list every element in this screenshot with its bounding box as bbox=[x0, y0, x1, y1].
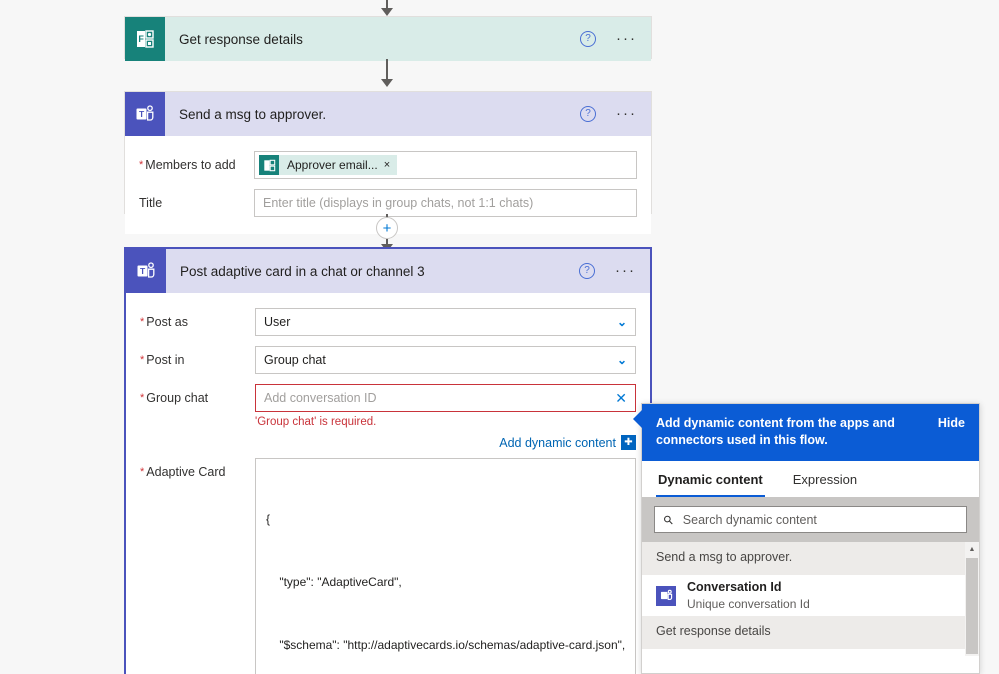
post-in-value: Group chat bbox=[264, 353, 326, 367]
more-options-icon[interactable]: ··· bbox=[615, 263, 636, 278]
chevron-down-icon[interactable]: ⌄ bbox=[617, 353, 627, 367]
tab-dynamic-content[interactable]: Dynamic content bbox=[656, 461, 765, 497]
plus-icon: + bbox=[382, 219, 392, 237]
help-icon[interactable]: ? bbox=[580, 106, 596, 122]
post-in-dropdown[interactable]: Group chat ⌄ bbox=[255, 346, 636, 374]
field-label: * Group chat bbox=[140, 391, 209, 405]
card-header[interactable]: T Post adaptive card in a chat or channe… bbox=[126, 249, 650, 293]
dynamic-content-group-header: Get response details bbox=[642, 616, 979, 649]
required-asterisk: * bbox=[140, 392, 145, 404]
help-icon[interactable]: ? bbox=[580, 31, 596, 47]
hide-panel-button[interactable]: Hide bbox=[926, 415, 965, 430]
dynamic-content-item-conversation-id[interactable]: Conversation Id Unique conversation Id bbox=[642, 575, 979, 616]
item-description: Unique conversation Id bbox=[687, 597, 810, 611]
search-dynamic-content-input[interactable]: ⚲ Search dynamic content bbox=[654, 506, 967, 533]
dynamic-content-list[interactable]: Send a msg to approver. Conversation Id … bbox=[642, 542, 979, 656]
card-body: *Post as User ⌄ *Post in Group chat ⌄ bbox=[126, 293, 650, 674]
field-control: Approver email... × bbox=[254, 151, 637, 179]
dynamic-content-header-text: Add dynamic content from the apps and co… bbox=[656, 416, 895, 447]
dynamic-token-approver-email[interactable]: Approver email... × bbox=[259, 155, 398, 175]
card-title: Get response details bbox=[179, 31, 303, 47]
field-row-members-to-add: * Members to add Approver email... × bbox=[125, 146, 651, 184]
title-input[interactable]: Enter title (displays in group chats, no… bbox=[254, 189, 637, 217]
clear-icon[interactable]: ✕ bbox=[615, 390, 627, 407]
field-row-post-as: * Post as User ⌄ bbox=[126, 303, 650, 341]
field-control: Enter title (displays in group chats, no… bbox=[254, 189, 637, 217]
callout-pointer bbox=[633, 410, 642, 428]
dynamic-content-panel[interactable]: Add dynamic content from the apps and co… bbox=[633, 403, 980, 674]
svg-text:T: T bbox=[140, 266, 146, 276]
field-label: * Post as bbox=[140, 315, 188, 329]
post-as-dropdown[interactable]: User ⌄ bbox=[255, 308, 636, 336]
title-placeholder: Enter title (displays in group chats, no… bbox=[263, 196, 534, 210]
dynamic-content-tabs: Dynamic content Expression bbox=[642, 461, 979, 497]
flow-designer-canvas: F Get response details ? ··· T Send a ms… bbox=[0, 0, 999, 674]
card-header[interactable]: T Send a msg to approver. ? ··· bbox=[125, 92, 651, 136]
card-title: Post adaptive card in a chat or channel … bbox=[180, 263, 425, 279]
microsoft-forms-icon: F bbox=[125, 17, 165, 61]
search-icon: ⚲ bbox=[660, 511, 677, 528]
dynamic-content-header: Add dynamic content from the apps and co… bbox=[642, 404, 979, 461]
connector-arrow-top bbox=[381, 8, 393, 16]
group-chat-error-message: 'Group chat' is required. bbox=[255, 416, 377, 428]
search-placeholder: Search dynamic content bbox=[682, 512, 817, 527]
dynamic-content-group-header: Send a msg to approver. bbox=[642, 542, 979, 575]
field-control: { "type": "AdaptiveCard", "$schema": "ht… bbox=[255, 458, 637, 674]
field-label: * Post in bbox=[140, 353, 185, 367]
field-control: User ⌄ bbox=[255, 308, 636, 336]
item-name: Conversation Id bbox=[687, 580, 782, 594]
flow-card-post-adaptive-card[interactable]: T Post adaptive card in a chat or channe… bbox=[124, 247, 652, 674]
required-asterisk: * bbox=[140, 316, 145, 328]
item-text: Conversation Id Unique conversation Id bbox=[687, 580, 810, 611]
adaptive-card-json-editor[interactable]: { "type": "AdaptiveCard", "$schema": "ht… bbox=[255, 458, 637, 674]
svg-text:F: F bbox=[138, 34, 144, 44]
add-dynamic-content-button[interactable]: ✚ bbox=[621, 435, 636, 450]
required-asterisk: * bbox=[139, 159, 144, 171]
card-title: Send a msg to approver. bbox=[179, 106, 327, 122]
field-control: Add conversation ID ✕ 'Group chat' is re… bbox=[255, 384, 636, 428]
code-line: "$schema": "http://adaptivecards.io/sche… bbox=[266, 638, 626, 652]
svg-text:T: T bbox=[139, 109, 145, 119]
add-dynamic-content-row: Add dynamic content ✚ bbox=[126, 433, 650, 450]
dynamic-content-item-upload-a-file[interactable]: Upload a file bbox=[642, 649, 979, 656]
more-options-icon[interactable]: ··· bbox=[616, 106, 637, 121]
forms-icon bbox=[259, 155, 279, 175]
token-label: Approver email... bbox=[287, 158, 378, 172]
card-header[interactable]: F Get response details ? ··· bbox=[125, 17, 651, 61]
field-row-post-in: * Post in Group chat ⌄ bbox=[126, 341, 650, 379]
tab-expression[interactable]: Expression bbox=[791, 461, 859, 497]
teams-icon bbox=[656, 585, 676, 606]
field-row-group-chat: * Group chat Add conversation ID ✕ 'Group… bbox=[126, 379, 650, 433]
dynamic-content-scrollbar[interactable]: ▲ bbox=[965, 542, 979, 656]
flow-card-get-response-details[interactable]: F Get response details ? ··· bbox=[124, 16, 652, 61]
code-line: { bbox=[266, 512, 271, 526]
required-asterisk: * bbox=[140, 466, 145, 478]
group-chat-input[interactable]: Add conversation ID ✕ bbox=[255, 384, 636, 412]
search-bar-container: ⚲ Search dynamic content bbox=[642, 497, 979, 542]
post-as-value: User bbox=[264, 315, 291, 329]
field-row-adaptive-card: * Adaptive Card { "type": "AdaptiveCard",… bbox=[126, 450, 650, 674]
chevron-down-icon[interactable]: ⌄ bbox=[617, 315, 627, 329]
microsoft-teams-icon: T bbox=[125, 92, 165, 136]
insert-step-button[interactable]: + bbox=[376, 217, 398, 239]
field-label: Title bbox=[139, 196, 163, 210]
scrollbar-thumb[interactable] bbox=[966, 558, 978, 654]
scroll-up-icon[interactable]: ▲ bbox=[965, 542, 979, 556]
microsoft-teams-icon: T bbox=[126, 249, 166, 293]
more-options-icon[interactable]: ··· bbox=[616, 31, 637, 46]
field-label: * Members to add bbox=[139, 158, 236, 172]
remove-token-icon[interactable]: × bbox=[384, 159, 397, 171]
add-dynamic-content-link[interactable]: Add dynamic content bbox=[499, 436, 616, 450]
code-line: "type": "AdaptiveCard", bbox=[266, 575, 402, 589]
connector-line-1 bbox=[386, 59, 388, 81]
connector-arrow-1 bbox=[381, 79, 393, 87]
flow-card-send-msg-to-approver[interactable]: T Send a msg to approver. ? ··· * Members… bbox=[124, 91, 652, 234]
field-label: * Adaptive Card bbox=[140, 465, 226, 479]
field-control: Group chat ⌄ bbox=[255, 346, 636, 374]
help-icon[interactable]: ? bbox=[579, 263, 595, 279]
group-chat-placeholder: Add conversation ID bbox=[264, 391, 377, 405]
required-asterisk: * bbox=[140, 354, 145, 366]
members-to-add-input[interactable]: Approver email... × bbox=[254, 151, 637, 179]
